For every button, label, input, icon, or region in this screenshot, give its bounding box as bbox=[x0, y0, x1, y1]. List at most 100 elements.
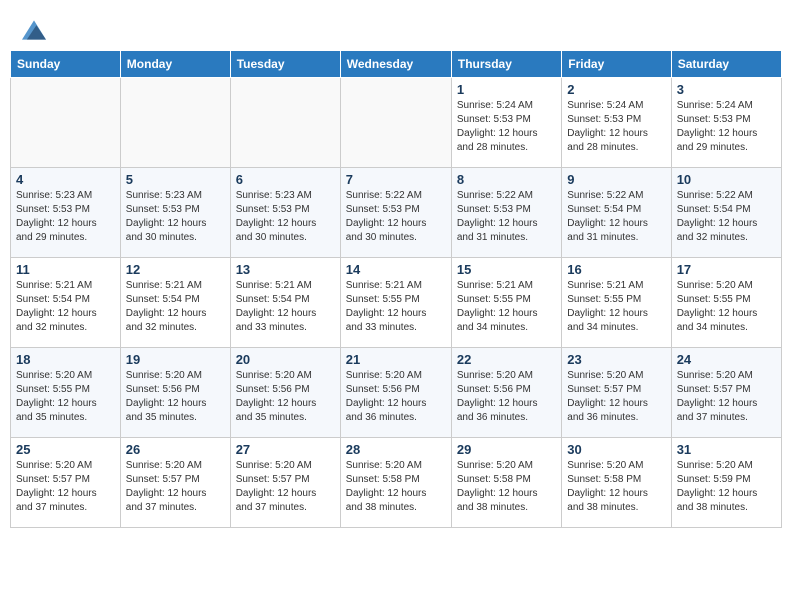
calendar-cell: 5 Sunrise: 5:23 AMSunset: 5:53 PMDaylight… bbox=[120, 168, 230, 258]
day-info: Sunrise: 5:21 AMSunset: 5:55 PMDaylight:… bbox=[346, 279, 446, 335]
weekday-header-wednesday: Wednesday bbox=[340, 51, 451, 78]
calendar-week-4: 18Sunrise: 5:20 AMSunset: 5:55 PMDayligh… bbox=[11, 348, 782, 438]
weekday-header-saturday: Saturday bbox=[671, 51, 781, 78]
day-number: 12 bbox=[126, 262, 225, 277]
day-info: Sunrise: 5:23 AMSunset: 5:53 PMDaylight:… bbox=[16, 189, 115, 245]
day-number: 27 bbox=[236, 442, 335, 457]
day-number: 16 bbox=[567, 262, 665, 277]
calendar-cell: 27 Sunrise: 5:20 AMSunset: 5:57 PMDayligh… bbox=[230, 438, 340, 528]
day-number: 8 bbox=[457, 172, 556, 187]
weekday-header-sunday: Sunday bbox=[11, 51, 121, 78]
day-info: Sunrise: 5:20 AMSunset: 5:56 PMDaylight:… bbox=[457, 369, 556, 425]
calendar-cell: 25 Sunrise: 5:20 AMSunset: 5:57 PMDayligh… bbox=[11, 438, 121, 528]
day-number: 26 bbox=[126, 442, 225, 457]
day-info: Sunrise: 5:24 AMSunset: 5:53 PMDaylight:… bbox=[677, 99, 776, 155]
day-number: 14 bbox=[346, 262, 446, 277]
day-number: 13 bbox=[236, 262, 335, 277]
calendar-cell: 21 Sunrise: 5:20 AMSunset: 5:56 PMDayligh… bbox=[340, 348, 451, 438]
calendar-cell: 2Sunrise: 5:24 AMSunset: 5:53 PMDaylight… bbox=[562, 78, 671, 168]
day-info: Sunrise: 5:21 AMSunset: 5:54 PMDaylight:… bbox=[236, 279, 335, 335]
calendar-cell: 18Sunrise: 5:20 AMSunset: 5:55 PMDayligh… bbox=[11, 348, 121, 438]
day-number: 21 bbox=[346, 352, 446, 367]
day-info: Sunrise: 5:21 AMSunset: 5:55 PMDaylight:… bbox=[457, 279, 556, 335]
day-info: Sunrise: 5:20 AMSunset: 5:56 PMDaylight:… bbox=[236, 369, 335, 425]
day-info: Sunrise: 5:20 AMSunset: 5:57 PMDaylight:… bbox=[16, 459, 115, 515]
calendar-cell: 26 Sunrise: 5:20 AMSunset: 5:57 PMDayligh… bbox=[120, 438, 230, 528]
day-info: Sunrise: 5:20 AMSunset: 5:57 PMDaylight:… bbox=[567, 369, 665, 425]
day-number: 6 bbox=[236, 172, 335, 187]
weekday-header-friday: Friday bbox=[562, 51, 671, 78]
calendar-cell: 30 Sunrise: 5:20 AMSunset: 5:58 PMDayligh… bbox=[562, 438, 671, 528]
calendar-cell: 9Sunrise: 5:22 AMSunset: 5:54 PMDaylight… bbox=[562, 168, 671, 258]
calendar-cell bbox=[230, 78, 340, 168]
day-info: Sunrise: 5:20 AMSunset: 5:56 PMDaylight:… bbox=[346, 369, 446, 425]
day-number: 28 bbox=[346, 442, 446, 457]
calendar-cell: 19 Sunrise: 5:20 AMSunset: 5:56 PMDayligh… bbox=[120, 348, 230, 438]
calendar-cell bbox=[120, 78, 230, 168]
day-info: Sunrise: 5:22 AMSunset: 5:53 PMDaylight:… bbox=[457, 189, 556, 245]
day-number: 19 bbox=[126, 352, 225, 367]
calendar-cell: 6 Sunrise: 5:23 AMSunset: 5:53 PMDaylight… bbox=[230, 168, 340, 258]
calendar-week-2: 4 Sunrise: 5:23 AMSunset: 5:53 PMDaylight… bbox=[11, 168, 782, 258]
weekday-header-thursday: Thursday bbox=[451, 51, 561, 78]
logo-icon bbox=[22, 20, 46, 40]
calendar-cell: 10Sunrise: 5:22 AMSunset: 5:54 PMDayligh… bbox=[671, 168, 781, 258]
weekday-header-tuesday: Tuesday bbox=[230, 51, 340, 78]
calendar-cell bbox=[11, 78, 121, 168]
calendar-cell: 24 Sunrise: 5:20 AMSunset: 5:57 PMDayligh… bbox=[671, 348, 781, 438]
calendar-cell: 14 Sunrise: 5:21 AMSunset: 5:55 PMDayligh… bbox=[340, 258, 451, 348]
calendar-cell: 7 Sunrise: 5:22 AMSunset: 5:53 PMDaylight… bbox=[340, 168, 451, 258]
day-info: Sunrise: 5:24 AMSunset: 5:53 PMDaylight:… bbox=[567, 99, 665, 155]
calendar-cell: 1 Sunrise: 5:24 AMSunset: 5:53 PMDaylight… bbox=[451, 78, 561, 168]
page-header bbox=[10, 10, 782, 44]
day-number: 24 bbox=[677, 352, 776, 367]
day-info: Sunrise: 5:20 AMSunset: 5:55 PMDaylight:… bbox=[677, 279, 776, 335]
day-info: Sunrise: 5:20 AMSunset: 5:57 PMDaylight:… bbox=[126, 459, 225, 515]
weekday-header-monday: Monday bbox=[120, 51, 230, 78]
calendar-cell bbox=[340, 78, 451, 168]
calendar-cell: 31 Sunrise: 5:20 AMSunset: 5:59 PMDayligh… bbox=[671, 438, 781, 528]
day-number: 17 bbox=[677, 262, 776, 277]
day-number: 31 bbox=[677, 442, 776, 457]
day-number: 5 bbox=[126, 172, 225, 187]
calendar-cell: 20 Sunrise: 5:20 AMSunset: 5:56 PMDayligh… bbox=[230, 348, 340, 438]
calendar-cell: 15 Sunrise: 5:21 AMSunset: 5:55 PMDayligh… bbox=[451, 258, 561, 348]
day-number: 20 bbox=[236, 352, 335, 367]
calendar-cell: 13 Sunrise: 5:21 AMSunset: 5:54 PMDayligh… bbox=[230, 258, 340, 348]
day-number: 7 bbox=[346, 172, 446, 187]
calendar-cell: 16 Sunrise: 5:21 AMSunset: 5:55 PMDayligh… bbox=[562, 258, 671, 348]
day-info: Sunrise: 5:20 AMSunset: 5:56 PMDaylight:… bbox=[126, 369, 225, 425]
calendar-cell: 3 Sunrise: 5:24 AMSunset: 5:53 PMDaylight… bbox=[671, 78, 781, 168]
day-info: Sunrise: 5:21 AMSunset: 5:54 PMDaylight:… bbox=[126, 279, 225, 335]
calendar-cell: 22 Sunrise: 5:20 AMSunset: 5:56 PMDayligh… bbox=[451, 348, 561, 438]
day-info: Sunrise: 5:20 AMSunset: 5:57 PMDaylight:… bbox=[677, 369, 776, 425]
day-number: 30 bbox=[567, 442, 665, 457]
day-info: Sunrise: 5:23 AMSunset: 5:53 PMDaylight:… bbox=[126, 189, 225, 245]
calendar-cell: 29 Sunrise: 5:20 AMSunset: 5:58 PMDayligh… bbox=[451, 438, 561, 528]
day-number: 4 bbox=[16, 172, 115, 187]
day-info: Sunrise: 5:20 AMSunset: 5:57 PMDaylight:… bbox=[236, 459, 335, 515]
calendar-week-3: 11 Sunrise: 5:21 AMSunset: 5:54 PMDayligh… bbox=[11, 258, 782, 348]
calendar-cell: 28 Sunrise: 5:20 AMSunset: 5:58 PMDayligh… bbox=[340, 438, 451, 528]
day-number: 11 bbox=[16, 262, 115, 277]
day-info: Sunrise: 5:21 AMSunset: 5:55 PMDaylight:… bbox=[567, 279, 665, 335]
day-number: 3 bbox=[677, 82, 776, 97]
day-number: 29 bbox=[457, 442, 556, 457]
day-number: 22 bbox=[457, 352, 556, 367]
day-info: Sunrise: 5:20 AMSunset: 5:59 PMDaylight:… bbox=[677, 459, 776, 515]
calendar-table: SundayMondayTuesdayWednesdayThursdayFrid… bbox=[10, 50, 782, 528]
day-info: Sunrise: 5:24 AMSunset: 5:53 PMDaylight:… bbox=[457, 99, 556, 155]
day-info: Sunrise: 5:20 AMSunset: 5:58 PMDaylight:… bbox=[457, 459, 556, 515]
day-number: 1 bbox=[457, 82, 556, 97]
day-info: Sunrise: 5:20 AMSunset: 5:55 PMDaylight:… bbox=[16, 369, 115, 425]
calendar-cell: 4 Sunrise: 5:23 AMSunset: 5:53 PMDaylight… bbox=[11, 168, 121, 258]
day-number: 15 bbox=[457, 262, 556, 277]
day-number: 23 bbox=[567, 352, 665, 367]
logo bbox=[20, 18, 46, 40]
day-number: 25 bbox=[16, 442, 115, 457]
day-info: Sunrise: 5:20 AMSunset: 5:58 PMDaylight:… bbox=[346, 459, 446, 515]
calendar-cell: 17 Sunrise: 5:20 AMSunset: 5:55 PMDayligh… bbox=[671, 258, 781, 348]
day-info: Sunrise: 5:23 AMSunset: 5:53 PMDaylight:… bbox=[236, 189, 335, 245]
day-info: Sunrise: 5:22 AMSunset: 5:53 PMDaylight:… bbox=[346, 189, 446, 245]
day-info: Sunrise: 5:20 AMSunset: 5:58 PMDaylight:… bbox=[567, 459, 665, 515]
